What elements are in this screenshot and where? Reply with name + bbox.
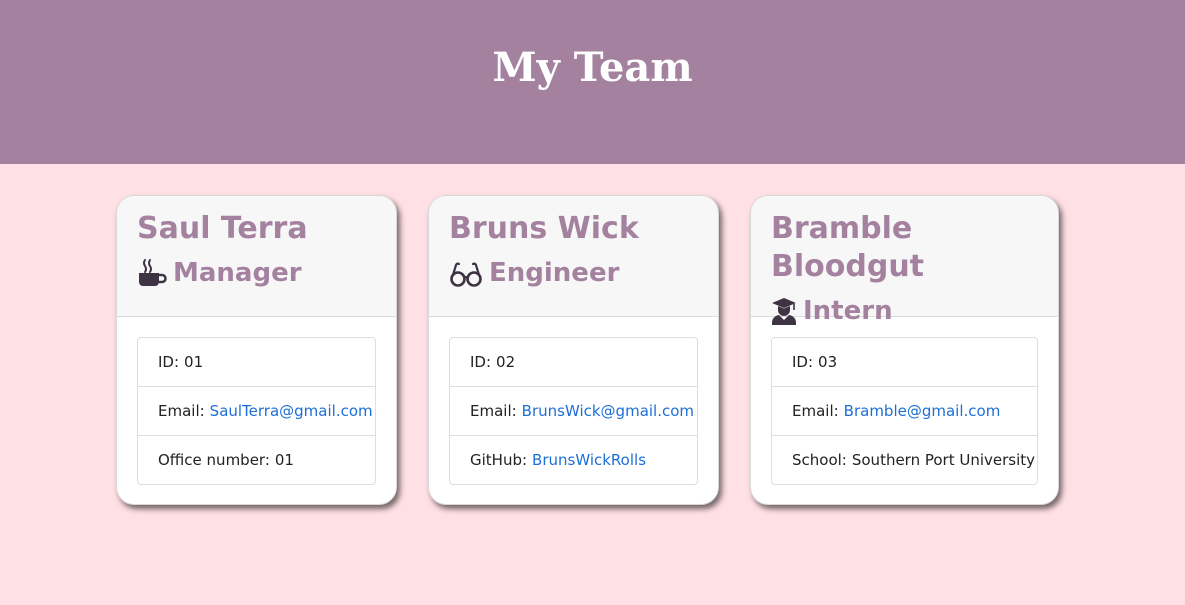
email-label: Email:	[470, 402, 517, 420]
page-title: My Team	[492, 44, 693, 91]
employee-role: Manager	[137, 258, 396, 288]
email-link[interactable]: SaulTerra@gmail.com	[210, 402, 373, 420]
id-row: ID: 02	[450, 338, 697, 387]
id-row: ID: 03	[772, 338, 1037, 387]
employee-card-intern: Bramble Bloodgut Intern ID: 03 Email: Br…	[750, 195, 1059, 505]
id-value: 03	[818, 353, 838, 371]
id-label: ID:	[792, 353, 814, 371]
email-row: Email: BrunsWick@gmail.com	[450, 387, 697, 436]
id-value: 02	[496, 353, 516, 371]
employee-card-manager: Saul Terra Manager ID: 01 Email: SaulTer…	[116, 195, 397, 505]
id-label: ID:	[158, 353, 180, 371]
office-number-label: Office number:	[158, 451, 270, 469]
employee-name: Bruns Wick	[449, 211, 639, 246]
id-label: ID:	[470, 353, 492, 371]
employee-role: Intern	[771, 296, 1058, 326]
info-list: ID: 01 Email: SaulTerra@gmail.com Office…	[137, 337, 376, 485]
email-label: Email:	[158, 402, 205, 420]
graduate-icon	[771, 296, 797, 326]
card-header: Bramble Bloodgut Intern	[751, 196, 1058, 326]
email-label: Email:	[792, 402, 839, 420]
office-number-value: 01	[274, 451, 294, 469]
email-row: Email: SaulTerra@gmail.com	[138, 387, 375, 436]
card-header: Saul Terra Manager	[117, 196, 396, 317]
employee-card-engineer: Bruns Wick Engineer ID: 02 Email: BrunsW…	[428, 195, 719, 505]
employee-name: Saul Terra	[137, 211, 308, 246]
info-list: ID: 02 Email: BrunsWick@gmail.com GitHub…	[449, 337, 698, 485]
id-value: 01	[184, 353, 204, 371]
employee-role: Engineer	[449, 258, 718, 288]
coffee-mug-icon	[137, 258, 167, 288]
info-list: ID: 03 Email: Bramble@gmail.com School: …	[771, 337, 1038, 485]
glasses-icon	[449, 258, 483, 288]
github-label: GitHub:	[470, 451, 528, 469]
email-link[interactable]: Bramble@gmail.com	[844, 402, 1001, 420]
github-link[interactable]: BrunsWickRolls	[532, 451, 646, 469]
github-row: GitHub: BrunsWickRolls	[450, 436, 697, 484]
email-row: Email: Bramble@gmail.com	[772, 387, 1037, 436]
school-value: Southern Port University	[851, 451, 1036, 469]
page-header: My Team	[0, 0, 1185, 164]
role-label: Manager	[173, 258, 302, 288]
employee-name: Bramble Bloodgut	[771, 211, 925, 284]
school-label: School:	[792, 451, 847, 469]
email-link[interactable]: BrunsWick@gmail.com	[522, 402, 694, 420]
role-label: Intern	[803, 296, 893, 326]
office-number-row: Office number: 01	[138, 436, 375, 484]
school-row: School: Southern Port University	[772, 436, 1037, 484]
role-label: Engineer	[489, 258, 620, 288]
id-row: ID: 01	[138, 338, 375, 387]
card-header: Bruns Wick Engineer	[429, 196, 718, 317]
